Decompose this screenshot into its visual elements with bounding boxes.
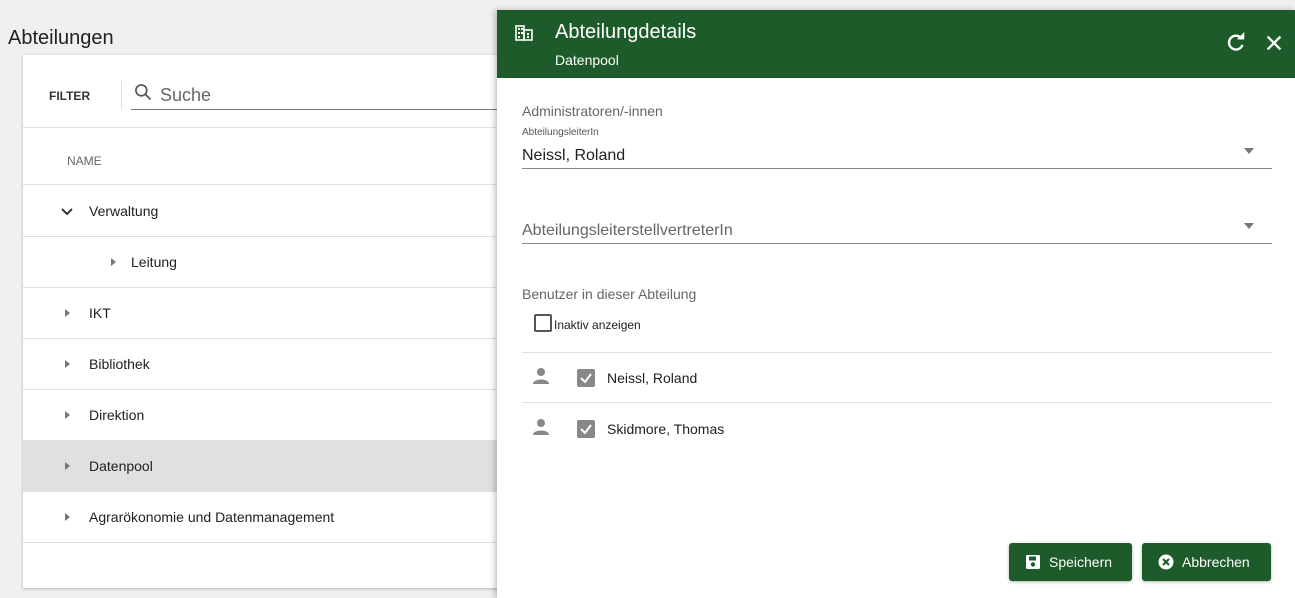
show-inactive-checkbox[interactable]	[534, 314, 552, 332]
filter-label: FILTER	[49, 89, 91, 103]
user-row[interactable]: Skidmore, Thomas	[522, 404, 1272, 455]
drawer-subtitle: Datenpool	[555, 52, 619, 68]
caret-right-icon[interactable]	[61, 409, 73, 421]
caret-right-icon[interactable]	[61, 307, 73, 319]
user-name: Skidmore, Thomas	[607, 421, 725, 437]
tree-item-direktion[interactable]: Direktion	[23, 390, 520, 441]
tree-item-ikt[interactable]: IKT	[23, 288, 520, 339]
show-inactive-label: Inaktiv anzeigen	[554, 318, 641, 332]
cancel-button[interactable]: Abbrechen	[1142, 543, 1271, 581]
deputy-select[interactable]	[522, 241, 1272, 244]
user-row[interactable]: Neissl, Roland	[522, 352, 1272, 403]
filter-bar: FILTER	[23, 55, 543, 127]
dropdown-arrow-icon[interactable]	[1244, 148, 1254, 154]
refresh-icon[interactable]	[1225, 32, 1247, 54]
tree-item-label: Leitung	[131, 254, 177, 270]
leader-select[interactable]	[522, 166, 1272, 169]
page-title: Abteilungen	[8, 27, 114, 49]
user-name: Neissl, Roland	[607, 370, 698, 386]
admins-section-title: Administratoren/-innen	[522, 103, 663, 119]
floppy-disk-icon	[1026, 555, 1040, 569]
save-button[interactable]: Speichern	[1009, 543, 1132, 581]
tree-item-label: Verwaltung	[89, 203, 159, 219]
drawer-header: Abteilungdetails Datenpool	[497, 10, 1295, 78]
save-button-label: Speichern	[1049, 554, 1113, 570]
name-column-label: NAME	[67, 154, 102, 168]
leader-field-value[interactable]: Neissl, Roland	[522, 147, 625, 165]
checkmark-icon	[580, 373, 592, 384]
tree-item-label: Agrarökonomie und Datenmanagement	[89, 509, 335, 525]
user-checkbox[interactable]	[577, 420, 595, 438]
dropdown-arrow-icon[interactable]	[1244, 223, 1254, 229]
name-column-header[interactable]: NAME	[23, 127, 520, 185]
person-icon	[533, 419, 549, 435]
department-details-drawer: Abteilungdetails Datenpool Administrator…	[497, 10, 1295, 598]
close-icon[interactable]	[1263, 32, 1285, 54]
chevron-down-icon[interactable]	[61, 206, 73, 218]
tree-item-label: Bibliothek	[89, 356, 150, 372]
user-checkbox[interactable]	[577, 369, 595, 387]
users-section-title: Benutzer in dieser Abteilung	[522, 286, 697, 302]
building-icon	[515, 25, 533, 41]
filter-divider	[121, 81, 122, 109]
person-icon	[533, 368, 549, 384]
caret-right-icon[interactable]	[107, 256, 119, 268]
tree-item-label: Direktion	[89, 407, 145, 423]
caret-right-icon[interactable]	[61, 358, 73, 370]
search-input[interactable]	[160, 82, 540, 108]
caret-right-icon[interactable]	[61, 511, 73, 523]
x-circle-icon	[1158, 554, 1174, 570]
tree-item-label: IKT	[89, 305, 111, 321]
deputy-select-placeholder[interactable]: AbteilungsleiterstellvertreterIn	[522, 222, 733, 240]
checkmark-icon	[580, 424, 592, 435]
tree-item-verwaltung[interactable]: Verwaltung	[23, 186, 520, 237]
tree-item-bibliothek[interactable]: Bibliothek	[23, 339, 520, 390]
caret-right-icon[interactable]	[61, 460, 73, 472]
cancel-button-label: Abbrechen	[1182, 554, 1250, 570]
tree-item-label: Datenpool	[89, 458, 153, 474]
drawer-title: Abteilungdetails	[555, 21, 697, 43]
tree-item-agraroekonomie[interactable]: Agrarökonomie und Datenmanagement	[23, 492, 520, 543]
leader-field-label: AbteilungsleiterIn	[522, 127, 599, 138]
search-icon	[135, 84, 152, 101]
app-root: Abteilungen FILTER NAME Verwaltung Leitu…	[0, 0, 1295, 598]
tree-item-datenpool[interactable]: Datenpool	[23, 441, 520, 492]
search-underline	[131, 109, 543, 110]
tree-item-leitung[interactable]: Leitung	[23, 237, 520, 288]
